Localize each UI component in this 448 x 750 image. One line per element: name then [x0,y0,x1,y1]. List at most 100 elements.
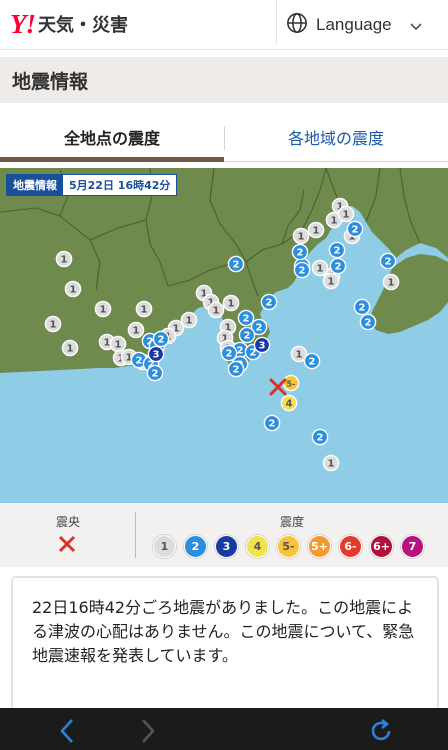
legend-intensity-5+: 5+ [308,535,331,558]
svg-text:1: 1 [115,340,122,351]
tab-all-points[interactable]: 全地点の震度 [0,114,224,160]
svg-text:3: 3 [259,341,266,352]
intensity-marker: 1 [311,259,329,277]
intensity-marker: 2 [237,309,255,327]
intensity-marker: 1 [207,301,225,319]
svg-text:2: 2 [136,356,143,367]
svg-text:1: 1 [298,232,305,243]
svg-text:5-: 5- [287,380,296,389]
svg-text:2: 2 [365,318,372,329]
intensity-marker: 1 [127,321,145,339]
intensity-marker: 2 [379,252,397,270]
intensity-scale: 1 2 3 4 5- 5+ 6- 6+ 7 [153,535,433,559]
intensity-marker: 2 [152,330,170,348]
intensity-marker: 2 [238,326,256,344]
page-title-bar: 地震情報 [0,57,448,103]
intensity-marker: 2 [227,360,245,378]
legend-epicenter-label: 震央 [55,515,80,529]
svg-text:2: 2 [359,303,366,314]
page-title: 地震情報 [12,71,89,93]
app-header: Y! 天気・災害 Language [0,0,448,50]
intensity-marker: 1 [307,221,325,239]
map-canvas: 1111111111111111111111111111111111222222… [0,168,448,503]
tab-bar: 全地点の震度 各地域の震度 [0,114,448,162]
legend-intensity-1: 1 [153,535,176,558]
svg-text:1: 1 [67,344,74,355]
svg-text:1: 1 [317,264,324,275]
svg-text:1: 1 [213,306,220,317]
tab-by-region[interactable]: 各地域の震度 [224,114,448,160]
intensity-marker: 1 [382,273,400,291]
legend-intensity-label: 震度 [279,515,304,529]
svg-text:2: 2 [352,225,359,236]
svg-text:1: 1 [313,226,320,237]
map-badge-date: 5月22日 16時42分 [69,179,171,192]
svg-text:2: 2 [297,248,304,259]
legend-intensity-4: 4 [246,535,269,558]
earthquake-message: 22日16時42分ごろ地震がありました。この地震による津波の心配はありません。こ… [32,598,415,665]
svg-text:1: 1 [100,305,107,316]
intensity-marker: 1 [180,311,198,329]
svg-text:2: 2 [244,331,251,342]
svg-text:2: 2 [158,335,165,346]
back-button[interactable] [52,718,82,748]
svg-text:2: 2 [269,419,276,430]
chevron-right-icon [140,718,156,748]
logo-text: 天気・災害 [38,15,128,36]
intensity-marker: 2 [291,243,309,261]
svg-text:1: 1 [328,277,335,288]
legend-intensity-5-: 5- [277,535,300,558]
svg-text:1: 1 [343,210,350,221]
map-legend: 震央 震度 1 2 3 4 5- 5+ 6- 6+ 7 [0,503,448,567]
earthquake-map[interactable]: 1111111111111111111111111111111111222222… [0,168,448,503]
legend-intensity-7: 7 [401,535,424,558]
legend-intensity-3: 3 [215,535,238,558]
svg-text:1: 1 [61,255,68,266]
svg-text:3: 3 [153,350,160,361]
svg-text:2: 2 [237,346,244,357]
refresh-button[interactable] [366,718,396,748]
intensity-marker: 1 [94,300,112,318]
intensity-marker: 3 [253,336,271,354]
intensity-marker: 2 [311,428,329,446]
svg-text:2: 2 [385,257,392,268]
globe-icon [286,12,308,38]
svg-text:1: 1 [388,278,395,289]
legend-intensity-6-: 6- [339,535,362,558]
svg-text:2: 2 [226,349,233,360]
svg-text:2: 2 [334,246,341,257]
svg-text:1: 1 [50,320,57,331]
intensity-marker: 1 [44,315,62,333]
intensity-marker: 1 [337,205,355,223]
intensity-marker: 2 [359,313,377,331]
intensity-marker: 1 [64,280,82,298]
svg-text:2: 2 [266,298,273,309]
language-label: Language [316,15,392,34]
active-tab-indicator [0,157,224,162]
svg-text:2: 2 [299,266,306,277]
chevron-down-icon [410,16,422,35]
intensity-marker: 1 [135,300,153,318]
svg-text:1: 1 [104,338,111,349]
logo-mark: Y! [10,8,36,39]
intensity-marker: 2 [303,352,321,370]
earthquake-info-card: 22日16時42分ごろ地震がありました。この地震による津波の心配はありません。こ… [11,576,439,716]
yahoo-weather-logo[interactable]: Y! 天気・災害 [10,8,128,40]
svg-text:2: 2 [309,357,316,368]
legend-intensity-2: 2 [184,535,207,558]
legend-divider [135,512,136,558]
intensity-marker: 4 [280,394,298,412]
intensity-marker: 2 [260,293,278,311]
forward-button[interactable] [133,718,163,748]
svg-text:1: 1 [141,305,148,316]
intensity-marker: 1 [322,272,340,290]
intensity-marker: 2 [146,364,164,382]
intensity-marker: 5- [282,374,300,392]
svg-text:1: 1 [328,459,335,470]
svg-text:1: 1 [228,299,235,310]
intensity-marker: 1 [55,250,73,268]
legend-intensity-6+: 6+ [370,535,393,558]
svg-text:2: 2 [243,314,250,325]
svg-text:1: 1 [186,316,193,327]
language-selector[interactable]: Language [286,10,438,40]
